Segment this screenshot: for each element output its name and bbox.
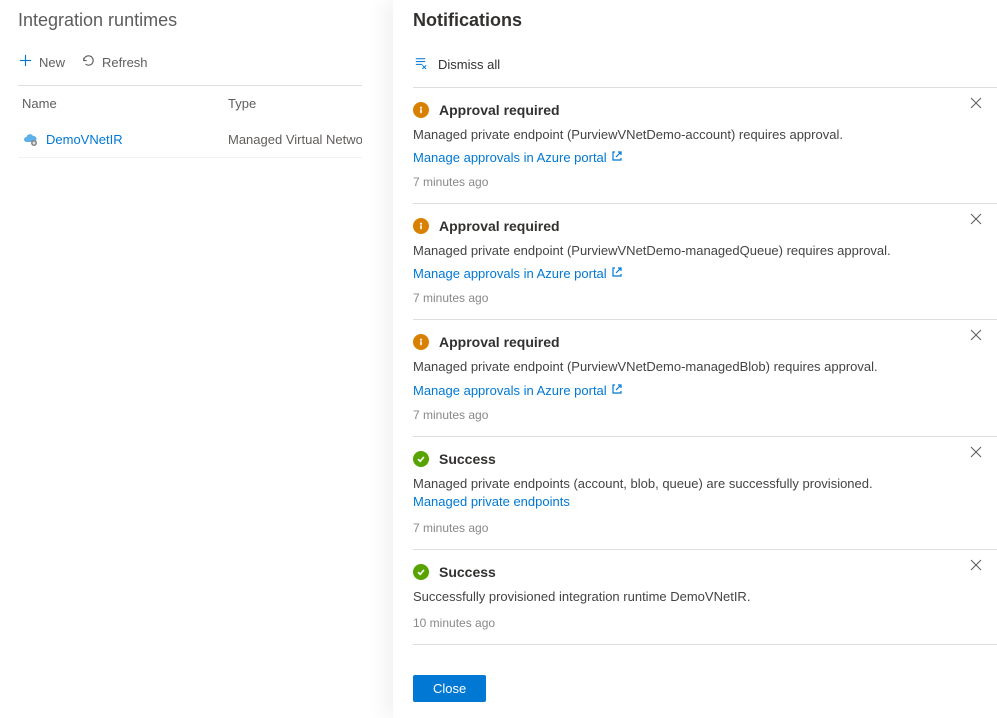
warning-icon [413, 218, 429, 234]
notifications-footer: Close [413, 665, 997, 718]
notification-message: Managed private endpoint (PurviewVNetDem… [413, 358, 959, 376]
notifications-title: Notifications [413, 0, 997, 49]
notification-item: Success Managed private endpoints (accoun… [413, 437, 997, 550]
notification-message: Managed private endpoint (PurviewVNetDem… [413, 126, 959, 144]
runtime-name-link[interactable]: DemoVNetIR [46, 132, 123, 147]
refresh-button[interactable]: Refresh [81, 53, 148, 71]
success-icon [413, 451, 429, 467]
external-link-icon [611, 383, 623, 398]
dismiss-notification-button[interactable] [969, 96, 985, 112]
notification-timestamp: 7 minutes ago [413, 291, 959, 305]
warning-icon [413, 102, 429, 118]
notification-message-text: Successfully provisioned integration run… [413, 589, 750, 604]
table-row[interactable]: DemoVNetIR Managed Virtual Network [18, 121, 362, 158]
dismiss-notification-button[interactable] [969, 445, 985, 461]
external-link-icon [611, 266, 623, 281]
notification-link[interactable]: Managed private endpoints [413, 493, 570, 511]
row-type-cell: Managed Virtual Network [228, 132, 362, 147]
notification-link[interactable]: Manage approvals in Azure portal [413, 150, 623, 165]
dismiss-all-label: Dismiss all [438, 57, 500, 72]
refresh-button-label: Refresh [102, 55, 148, 70]
column-header-name[interactable]: Name [18, 96, 228, 111]
notification-title: Approval required [439, 334, 560, 350]
notification-header: Approval required [413, 102, 959, 118]
notification-timestamp: 7 minutes ago [413, 521, 959, 535]
dismiss-all-button[interactable]: Dismiss all [413, 49, 997, 88]
row-name-cell: DemoVNetIR [18, 131, 228, 147]
notification-header: Approval required [413, 334, 959, 350]
notification-message-text: Managed private endpoints (account, blob… [413, 476, 873, 491]
notifications-panel: Notifications Dismiss all Approval requi… [393, 0, 997, 718]
cloud-icon [22, 131, 38, 147]
integration-runtimes-panel: Integration runtimes New Refresh Name Ty… [0, 0, 380, 168]
notification-timestamp: 7 minutes ago [413, 175, 959, 189]
external-link-icon [611, 150, 623, 165]
notification-timestamp: 7 minutes ago [413, 408, 959, 422]
notification-header: Success [413, 564, 959, 580]
dismiss-notification-button[interactable] [969, 328, 985, 344]
notification-header: Approval required [413, 218, 959, 234]
notification-message-text: Managed private endpoint (PurviewVNetDem… [413, 127, 843, 142]
notification-title: Success [439, 451, 496, 467]
warning-icon [413, 334, 429, 350]
notification-title: Approval required [439, 218, 560, 234]
notification-timestamp: 10 minutes ago [413, 616, 959, 630]
new-button-label: New [39, 55, 65, 70]
notification-item: Approval required Managed private endpoin… [413, 204, 997, 320]
notifications-list: Approval required Managed private endpoin… [413, 88, 997, 665]
dismiss-notification-button[interactable] [969, 558, 985, 574]
new-button[interactable]: New [18, 53, 65, 71]
close-button[interactable]: Close [413, 675, 486, 702]
table-header: Name Type [18, 86, 362, 121]
notification-item: Approval required Managed private endpoin… [413, 320, 997, 436]
page-title: Integration runtimes [18, 10, 362, 31]
plus-icon [18, 53, 33, 71]
refresh-icon [81, 53, 96, 71]
column-header-type[interactable]: Type [228, 96, 362, 111]
notification-title: Success [439, 564, 496, 580]
dismiss-notification-button[interactable] [969, 212, 985, 228]
notification-message-text: Managed private endpoint (PurviewVNetDem… [413, 243, 891, 258]
dismiss-all-icon [413, 55, 428, 73]
notification-link[interactable]: Manage approvals in Azure portal [413, 266, 623, 281]
notification-message: Managed private endpoints (account, blob… [413, 475, 959, 511]
notification-link[interactable]: Manage approvals in Azure portal [413, 383, 623, 398]
notification-header: Success [413, 451, 959, 467]
notification-message: Managed private endpoint (PurviewVNetDem… [413, 242, 959, 260]
notification-message: Successfully provisioned integration run… [413, 588, 959, 606]
notification-item: Success Successfully provisioned integrat… [413, 550, 997, 645]
notification-message-text: Managed private endpoint (PurviewVNetDem… [413, 359, 878, 374]
notification-item: Approval required Managed private endpoin… [413, 88, 997, 204]
notification-title: Approval required [439, 102, 560, 118]
toolbar: New Refresh [18, 47, 362, 86]
success-icon [413, 564, 429, 580]
